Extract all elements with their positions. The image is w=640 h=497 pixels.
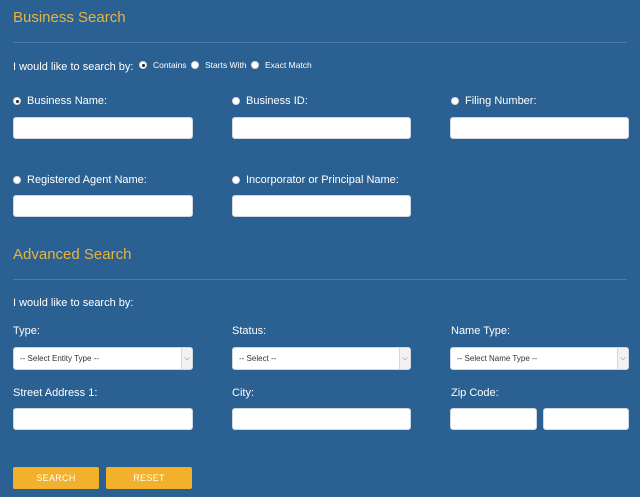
field-label: Incorporator or Principal Name: [246,174,399,186]
filing-number-input[interactable] [450,117,629,139]
business-id-option[interactable]: Business ID: [232,95,308,107]
select-value: -- Select Name Type -- [457,354,538,363]
field-label: Filing Number: [465,95,537,107]
business-name-option[interactable]: Business Name: [13,95,107,107]
reset-button[interactable]: RESET [106,467,192,489]
registered-agent-option[interactable]: Registered Agent Name: [13,174,147,186]
business-search-title: Business Search [13,9,126,26]
registered-agent-input[interactable] [13,195,193,217]
status-label: Status: [232,325,267,337]
filing-number-option[interactable]: Filing Number: [451,95,537,107]
field-label: Business Name: [27,95,108,107]
zip-code-extension-input[interactable] [543,408,629,430]
chevron-down-icon[interactable]: ⌵ [399,348,410,369]
street-address-input[interactable] [13,408,193,430]
section-divider [13,279,627,280]
business-name-input[interactable] [13,117,193,139]
search-button[interactable]: SEARCH [13,467,99,489]
city-input[interactable] [232,408,411,430]
match-exact-option[interactable]: Exact Match [251,60,312,70]
name-type-label: Name Type: [451,325,511,337]
field-label: Business ID: [246,95,308,107]
radio-icon[interactable] [139,61,147,69]
status-select[interactable]: -- Select -- ⌵ [232,347,411,370]
city-label: City: [232,387,254,399]
select-value: -- Select Entity Type -- [20,354,99,363]
radio-icon[interactable] [232,176,240,184]
zip-code-input[interactable] [450,408,537,430]
entity-type-select[interactable]: -- Select Entity Type -- ⌵ [13,347,193,370]
field-label: Registered Agent Name: [27,174,147,186]
match-contains-option[interactable]: Contains [139,60,187,70]
match-starts-with-option[interactable]: Starts With [191,60,247,70]
business-id-input[interactable] [232,117,411,139]
radio-icon[interactable] [251,61,259,69]
name-type-select[interactable]: -- Select Name Type -- ⌵ [450,347,629,370]
incorporator-option[interactable]: Incorporator or Principal Name: [232,174,399,186]
chevron-down-icon[interactable]: ⌵ [181,348,192,369]
radio-icon[interactable] [13,176,21,184]
radio-icon[interactable] [191,61,199,69]
chevron-down-icon[interactable]: ⌵ [617,348,628,369]
match-option-label: Contains [153,60,187,70]
incorporator-input[interactable] [232,195,411,217]
search-by-label: I would like to search by: [13,61,134,73]
radio-icon[interactable] [232,97,240,105]
advanced-search-title: Advanced Search [13,246,132,263]
match-option-label: Starts With [205,60,247,70]
select-value: -- Select -- [239,354,277,363]
radio-icon[interactable] [451,97,459,105]
zip-code-label: Zip Code: [451,387,499,399]
section-divider [13,42,627,43]
radio-icon[interactable] [13,97,21,105]
advanced-search-by-label: I would like to search by: [13,297,134,309]
street-address-label: Street Address 1: [13,387,98,399]
type-label: Type: [13,325,40,337]
match-option-label: Exact Match [265,60,312,70]
